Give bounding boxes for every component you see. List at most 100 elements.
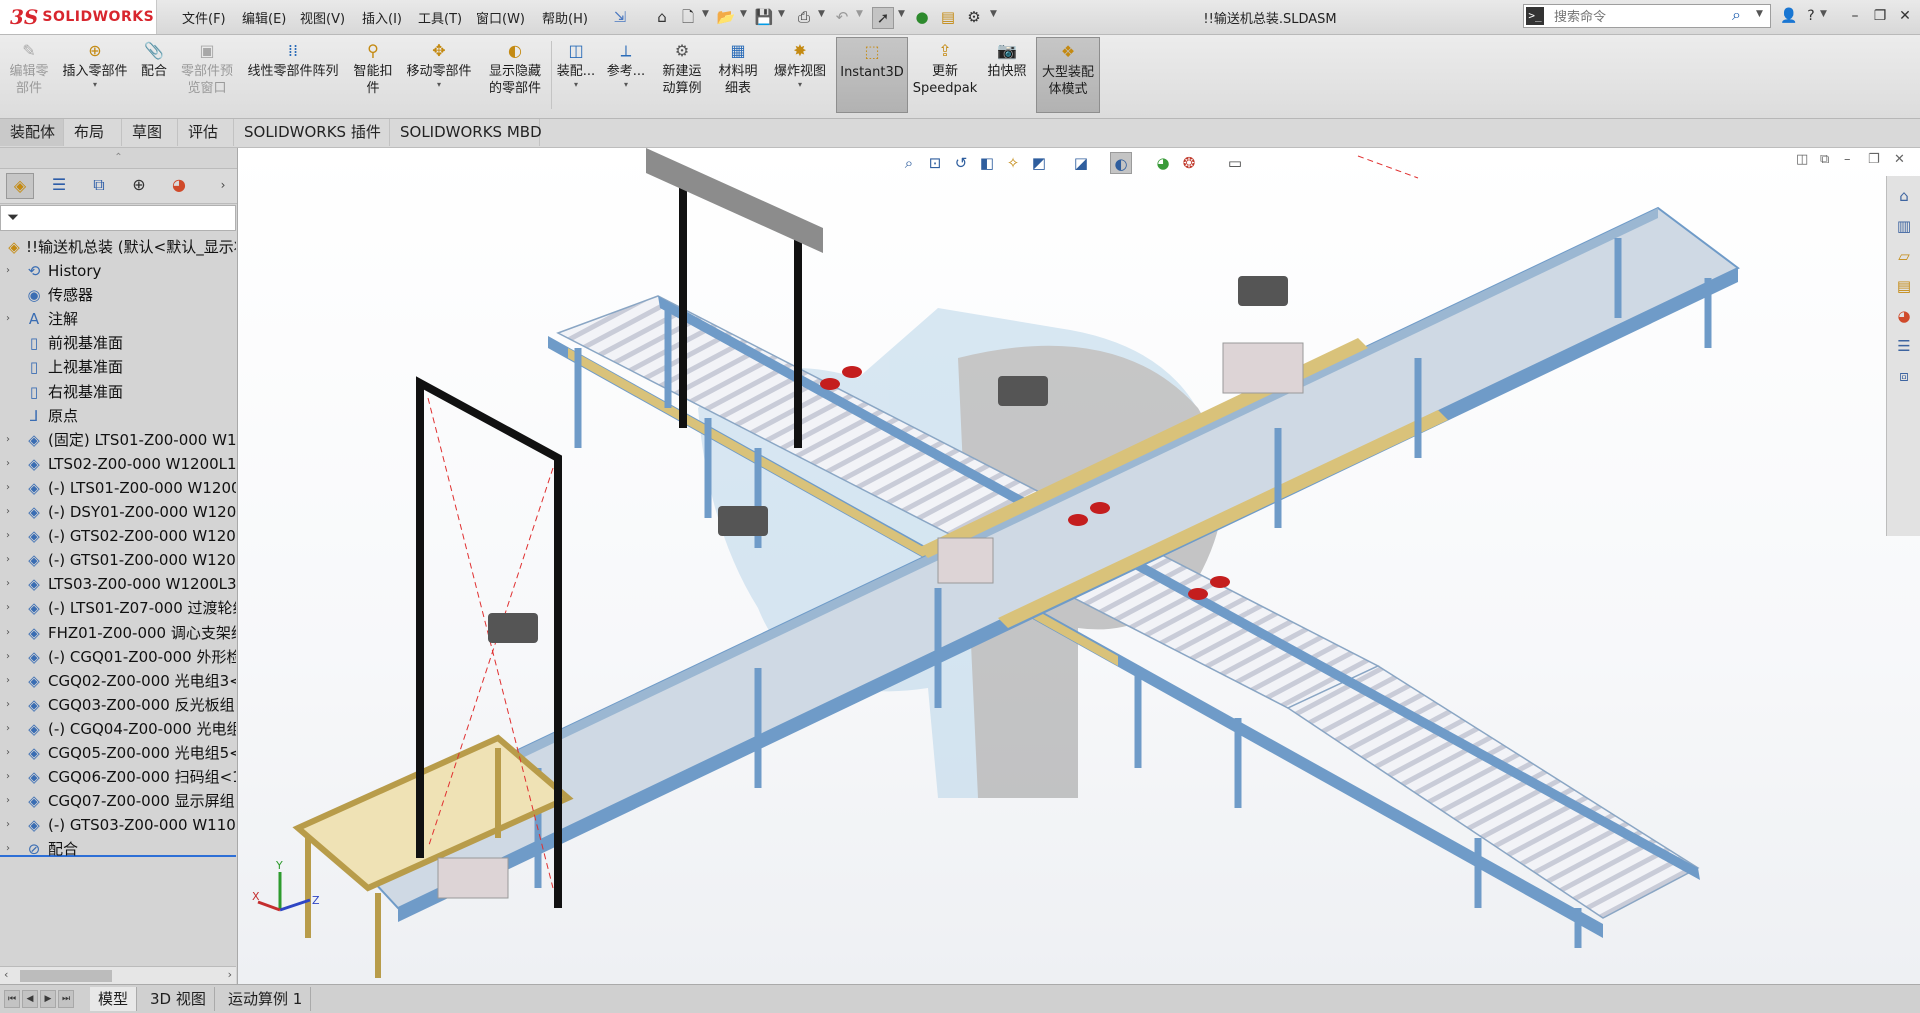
expand-arrow-icon[interactable]: › — [6, 500, 10, 524]
menu-edit[interactable]: 编辑(E) — [242, 8, 286, 27]
open-folder-icon[interactable]: 📂 — [716, 7, 736, 27]
search-icon[interactable]: ⌕ — [1732, 5, 1741, 25]
expand-arrow-icon[interactable]: › — [6, 669, 10, 693]
take-snapshot-button[interactable]: 📷 拍快照 — [982, 37, 1032, 113]
file-explorer-icon[interactable]: ▱ — [1892, 244, 1916, 268]
close-icon[interactable]: ✕ — [1894, 6, 1916, 26]
expand-arrow-icon[interactable]: › — [6, 259, 10, 283]
expand-arrow-icon[interactable]: › — [6, 789, 10, 813]
custom-properties-icon[interactable]: ☰ — [1892, 334, 1916, 358]
tree-filter-box[interactable]: ⏷ — [0, 205, 236, 231]
display-manager-tab-icon[interactable]: ◕ — [166, 173, 192, 197]
view-palette-icon[interactable]: ▤ — [1892, 274, 1916, 298]
property-manager-tab-icon[interactable]: ☰ — [46, 173, 72, 197]
undo-icon[interactable]: ↶ — [832, 7, 852, 27]
tab-solidworks-mbd[interactable]: SOLIDWORKS MBD — [390, 119, 542, 146]
tab-model[interactable]: 模型 — [90, 987, 138, 1011]
expand-arrow-icon[interactable]: › — [6, 741, 10, 765]
graphics-area[interactable]: ⌕ ⊡ ↺ ◧ ✧ ◩ ◪ ◐ ◕ ❂ ▭ ◫ ⧉ – ❐ ✕ ⌂ ▥ ▱ ▤ … — [238, 148, 1920, 984]
previous-tab-icon[interactable]: ◀ — [22, 990, 38, 1008]
insert-dropdown-icon[interactable]: ▾ — [58, 80, 132, 90]
rebuild-traffic-light-icon[interactable]: ● — [912, 7, 932, 27]
tree-item[interactable]: › ◈ (-) LTS01-Z07-000 过渡轮组 — [0, 596, 236, 620]
print-dropdown-icon[interactable]: ▼ — [818, 9, 825, 19]
tree-root-assembly[interactable]: ◈ !!输送机总装 (默认<默认_显示状 — [0, 235, 236, 259]
tab-3d-views[interactable]: 3D 视图 — [142, 987, 215, 1011]
tree-item[interactable]: › ◈ (-) GTS01-Z00-000 W1200 — [0, 548, 236, 572]
conveyor-assembly-model[interactable] — [238, 148, 1878, 984]
options-gear-icon[interactable]: ⚙ — [964, 7, 984, 27]
tree-item[interactable]: › ◈ CGQ06-Z00-000 扫码组<1 — [0, 765, 236, 789]
tree-item[interactable]: › ◈ FHZ01-Z00-000 调心支架组 — [0, 621, 236, 645]
help-icon[interactable]: ? — [1800, 6, 1822, 26]
move-dropdown-icon[interactable]: ▾ — [400, 80, 478, 90]
tree-item[interactable]: ▯ 右视基准面 — [0, 380, 236, 404]
exploded-view-button[interactable]: ✸ 爆炸视图 ▾ — [768, 37, 832, 113]
menu-window[interactable]: 窗口(W) — [476, 8, 525, 27]
reference-geometry-button[interactable]: ⟂ 参考... ▾ — [604, 37, 648, 113]
solidworks-logo[interactable]: 3S SOLIDWORKS — [0, 0, 157, 34]
scroll-right-icon[interactable]: › — [228, 968, 232, 981]
last-tab-icon[interactable]: ⏭ — [58, 990, 74, 1008]
smart-fasteners-button[interactable]: ⚲ 智能扣 件 — [350, 37, 396, 113]
next-tab-icon[interactable]: ▶ — [40, 990, 56, 1008]
search-dropdown-icon[interactable]: ▼ — [1756, 9, 1763, 19]
expand-arrow-icon[interactable]: › — [6, 717, 10, 741]
expand-arrow-icon[interactable]: › — [6, 524, 10, 548]
menu-tools[interactable]: 工具(T) — [418, 8, 462, 27]
panel-horizontal-scrollbar[interactable]: ‹ › — [0, 966, 236, 985]
linear-pattern-button[interactable]: ⁞⁞ 线性零部件阵列 — [242, 37, 344, 113]
expand-arrow-icon[interactable]: › — [6, 837, 10, 861]
tree-item[interactable]: › ◈ (固定) LTS01-Z00-000 W1200 — [0, 428, 236, 452]
search-commands-box[interactable]: >_ ⌕ ▼ — [1523, 4, 1771, 28]
print-icon[interactable]: ⎙ — [794, 7, 814, 27]
new-document-icon[interactable]: 🗋 — [678, 7, 698, 27]
tree-item[interactable]: › A 注解 — [0, 307, 236, 331]
select-dropdown-icon[interactable]: ▼ — [898, 9, 905, 19]
new-dropdown-icon[interactable]: ▼ — [702, 9, 709, 19]
menu-help[interactable]: 帮助(H) — [542, 8, 588, 27]
first-tab-icon[interactable]: ⏮ — [4, 990, 20, 1008]
reference-geometry-dropdown-icon[interactable]: ▾ — [604, 80, 648, 90]
tree-item[interactable]: › ◈ CGQ02-Z00-000 光电组3< — [0, 669, 236, 693]
design-library-icon[interactable]: ▥ — [1892, 214, 1916, 238]
instant3d-button[interactable]: ⬚ Instant3D — [836, 37, 908, 113]
open-dropdown-icon[interactable]: ▼ — [740, 9, 747, 19]
panel-collapse-handle[interactable]: ⌃ — [0, 148, 237, 168]
edit-component-button[interactable]: ✎ 编辑零 部件 — [4, 37, 54, 113]
tree-item[interactable]: › ◈ (-) DSY01-Z00-000 W1200 — [0, 500, 236, 524]
update-speedpak-button[interactable]: ⇪ 更新 Speedpak — [912, 37, 978, 113]
tree-item[interactable]: ▯ 上视基准面 — [0, 355, 236, 379]
mate-button[interactable]: 📎 配合 — [136, 37, 172, 113]
file-properties-icon[interactable]: ▤ — [938, 7, 958, 27]
expand-arrow-icon[interactable]: › — [6, 307, 10, 331]
search-input[interactable] — [1552, 7, 1736, 27]
expand-arrow-icon[interactable]: › — [6, 693, 10, 717]
tree-item[interactable]: › ◈ (-) CGQ01-Z00-000 外形检测 — [0, 645, 236, 669]
forum-icon[interactable]: ⧈ — [1892, 364, 1916, 388]
tree-item[interactable]: › ◈ (-) CGQ04-Z00-000 光电组 — [0, 717, 236, 741]
tree-item[interactable]: › ◈ (-) LTS01-Z00-000 W1200L — [0, 476, 236, 500]
move-component-button[interactable]: ✥ 移动零部件 ▾ — [400, 37, 478, 113]
expand-arrow-icon[interactable]: › — [6, 548, 10, 572]
large-assembly-mode-button[interactable]: ❖ 大型装配 体模式 — [1036, 37, 1100, 113]
home-icon[interactable]: ⌂ — [652, 7, 672, 27]
expand-arrow-icon[interactable]: › — [6, 452, 10, 476]
expand-arrow-icon[interactable]: › — [6, 428, 10, 452]
chevron-right-icon[interactable]: › — [210, 173, 236, 197]
select-arrow-icon[interactable]: ➚ — [872, 7, 894, 29]
tab-motion-study-1[interactable]: 运动算例 1 — [220, 987, 312, 1011]
tree-item[interactable]: › ◈ CGQ07-Z00-000 显示屏组< — [0, 789, 236, 813]
expand-arrow-icon[interactable]: › — [6, 596, 10, 620]
viewport-close-icon[interactable]: ✕ — [1894, 152, 1905, 167]
user-icon[interactable]: 👤 — [1778, 6, 1800, 26]
save-dropdown-icon[interactable]: ▼ — [778, 9, 785, 19]
menu-file[interactable]: 文件(F) — [182, 8, 226, 27]
new-motion-study-button[interactable]: ⚙ 新建运 动算例 — [656, 37, 708, 113]
appearances-icon[interactable]: ◕ — [1892, 304, 1916, 328]
dimxpert-tab-icon[interactable]: ⊕ — [126, 173, 152, 197]
tree-item[interactable]: › ◈ LTS03-Z00-000 W1200L34 — [0, 572, 236, 596]
expand-arrow-icon[interactable]: › — [6, 813, 10, 837]
assembly-features-dropdown-icon[interactable]: ▾ — [554, 80, 598, 90]
expand-arrow-icon[interactable]: › — [6, 476, 10, 500]
